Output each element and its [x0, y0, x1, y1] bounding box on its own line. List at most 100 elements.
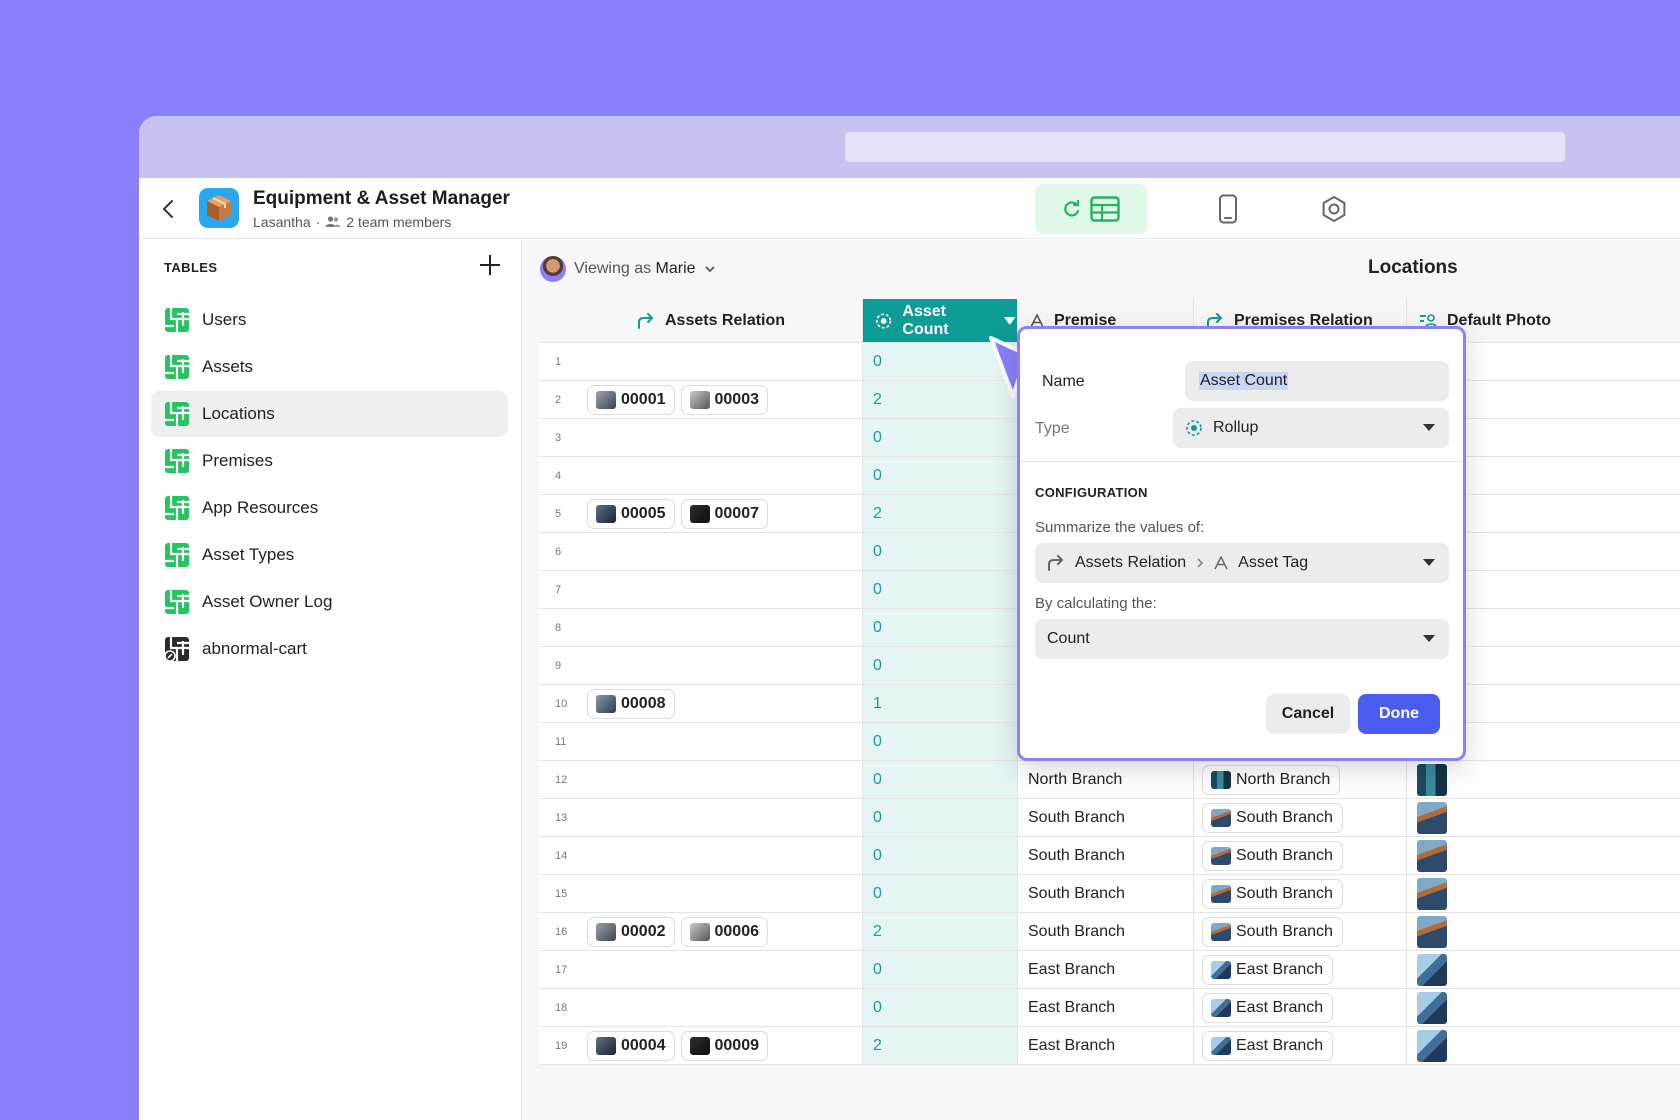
assets-relation-cell[interactable]: 00005 00007 — [587, 495, 863, 532]
asset-count-cell[interactable]: 0 — [863, 533, 1018, 570]
sidebar-item-assets[interactable]: Assets — [151, 344, 508, 390]
asset-count-cell[interactable]: 0 — [863, 875, 1018, 912]
asset-count-cell[interactable]: 0 — [863, 723, 1018, 760]
asset-chip[interactable]: 00005 — [587, 498, 675, 529]
assets-relation-cell[interactable] — [587, 343, 863, 380]
premise-chip[interactable]: East Branch — [1202, 954, 1334, 985]
column-header-assets-relation[interactable]: Assets Relation — [587, 299, 863, 342]
premise-cell[interactable]: South Branch — [1018, 799, 1194, 836]
back-chevron-icon[interactable] — [159, 198, 179, 220]
premise-cell[interactable]: South Branch — [1018, 913, 1194, 950]
asset-count-cell[interactable]: 0 — [863, 989, 1018, 1026]
table-row[interactable]: 17 0 East Branch East Branch — [539, 951, 1680, 989]
premise-cell[interactable]: North Branch — [1018, 761, 1194, 798]
table-row[interactable]: 14 0 South Branch South Branch — [539, 837, 1680, 875]
premise-chip[interactable]: South Branch — [1202, 840, 1343, 871]
assets-relation-cell[interactable]: 00001 00003 — [587, 381, 863, 418]
asset-count-cell[interactable]: 2 — [863, 1027, 1018, 1064]
assets-relation-cell[interactable]: 00004 00009 — [587, 1027, 863, 1064]
assets-relation-cell[interactable] — [587, 419, 863, 456]
premise-chip[interactable]: East Branch — [1202, 992, 1334, 1023]
assets-relation-cell[interactable] — [587, 571, 863, 608]
assets-relation-cell[interactable] — [587, 761, 863, 798]
asset-chip[interactable]: 00008 — [587, 688, 675, 719]
summarize-field-select[interactable]: Assets Relation Asset Tag — [1035, 543, 1449, 583]
sidebar-item-asset-types[interactable]: Asset Types — [151, 532, 508, 578]
asset-count-cell[interactable]: 2 — [863, 913, 1018, 950]
default-photo[interactable] — [1417, 877, 1447, 910]
asset-count-cell[interactable]: 0 — [863, 457, 1018, 494]
premise-chip[interactable]: North Branch — [1202, 764, 1341, 795]
asset-chip[interactable]: 00006 — [680, 916, 768, 947]
premises-relation-cell[interactable]: North Branch — [1194, 761, 1407, 798]
asset-count-cell[interactable]: 0 — [863, 761, 1018, 798]
premises-relation-cell[interactable]: South Branch — [1194, 837, 1407, 874]
sidebar-item-users[interactable]: Users — [151, 297, 508, 343]
data-editor-tab[interactable] — [1035, 184, 1147, 234]
premises-relation-cell[interactable]: East Branch — [1194, 951, 1407, 988]
column-name-input[interactable]: Asset Count — [1185, 361, 1449, 401]
default-photo-cell[interactable] — [1407, 1027, 1680, 1064]
assets-relation-cell[interactable] — [587, 951, 863, 988]
type-select[interactable]: Rollup — [1173, 408, 1449, 448]
premise-cell[interactable]: South Branch — [1018, 875, 1194, 912]
sidebar-item-premises[interactable]: Premises — [151, 438, 508, 484]
premise-cell[interactable]: East Branch — [1018, 1027, 1194, 1064]
assets-relation-cell[interactable] — [587, 837, 863, 874]
premise-cell[interactable]: East Branch — [1018, 951, 1194, 988]
asset-count-cell[interactable]: 0 — [863, 609, 1018, 646]
default-photo-cell[interactable] — [1407, 799, 1680, 836]
assets-relation-cell[interactable] — [587, 875, 863, 912]
sidebar-item-locations[interactable]: Locations — [151, 391, 508, 437]
settings-tab[interactable] — [1309, 184, 1359, 234]
asset-chip[interactable]: 00009 — [680, 1030, 768, 1061]
table-row[interactable]: 16 00002 00006 2 South Branch South Branch — [539, 913, 1680, 951]
caret-down-icon[interactable] — [1003, 316, 1017, 326]
viewing-as-selector[interactable]: Viewing as Marie — [540, 256, 716, 282]
default-photo[interactable] — [1417, 915, 1447, 948]
table-row[interactable]: 12 0 North Branch North Branch — [539, 761, 1680, 799]
sidebar-item-asset-owner-log[interactable]: Asset Owner Log — [151, 579, 508, 625]
premise-cell[interactable]: South Branch — [1018, 837, 1194, 874]
premises-relation-cell[interactable]: East Branch — [1194, 989, 1407, 1026]
default-photo[interactable] — [1417, 991, 1447, 1024]
default-photo[interactable] — [1417, 801, 1447, 834]
assets-relation-cell[interactable] — [587, 647, 863, 684]
table-row[interactable]: 19 00004 00009 2 East Branch East Branch — [539, 1027, 1680, 1065]
sidebar-item-app-resources[interactable]: App Resources — [151, 485, 508, 531]
premise-chip[interactable]: South Branch — [1202, 878, 1343, 909]
asset-chip[interactable]: 00007 — [680, 498, 768, 529]
default-photo-cell[interactable] — [1407, 875, 1680, 912]
layout-tab[interactable] — [1203, 184, 1253, 234]
calculation-select[interactable]: Count — [1035, 619, 1449, 659]
premise-chip[interactable]: East Branch — [1202, 1030, 1334, 1061]
asset-chip[interactable]: 00001 — [587, 384, 675, 415]
assets-relation-cell[interactable] — [587, 989, 863, 1026]
default-photo[interactable] — [1417, 763, 1447, 796]
default-photo-cell[interactable] — [1407, 951, 1680, 988]
premises-relation-cell[interactable]: East Branch — [1194, 1027, 1407, 1064]
default-photo-cell[interactable] — [1407, 761, 1680, 798]
sidebar-item-abnormal-cart[interactable]: abnormal-cart — [151, 626, 508, 672]
done-button[interactable]: Done — [1358, 694, 1440, 734]
asset-chip[interactable]: 00003 — [680, 384, 768, 415]
asset-count-cell[interactable]: 0 — [863, 571, 1018, 608]
default-photo[interactable] — [1417, 953, 1447, 986]
asset-count-cell[interactable]: 0 — [863, 799, 1018, 836]
asset-count-cell[interactable]: 0 — [863, 647, 1018, 684]
assets-relation-cell[interactable] — [587, 723, 863, 760]
table-row[interactable]: 15 0 South Branch South Branch — [539, 875, 1680, 913]
premises-relation-cell[interactable]: South Branch — [1194, 875, 1407, 912]
assets-relation-cell[interactable]: 00008 — [587, 685, 863, 722]
asset-count-cell[interactable]: 2 — [863, 495, 1018, 532]
asset-count-cell[interactable]: 0 — [863, 951, 1018, 988]
table-row[interactable]: 13 0 South Branch South Branch — [539, 799, 1680, 837]
premises-relation-cell[interactable]: South Branch — [1194, 913, 1407, 950]
asset-chip[interactable]: 00002 — [587, 916, 675, 947]
assets-relation-cell[interactable] — [587, 609, 863, 646]
assets-relation-cell[interactable] — [587, 533, 863, 570]
premise-chip[interactable]: South Branch — [1202, 916, 1343, 947]
default-photo[interactable] — [1417, 1029, 1447, 1062]
table-row[interactable]: 18 0 East Branch East Branch — [539, 989, 1680, 1027]
premise-chip[interactable]: South Branch — [1202, 802, 1343, 833]
